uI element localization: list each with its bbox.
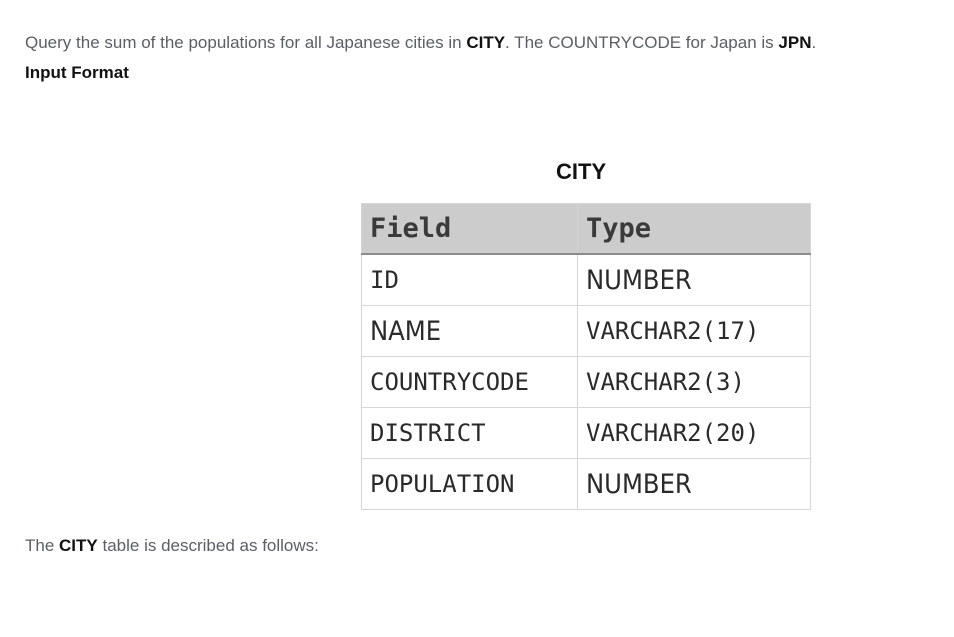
table-row: ID NUMBER (361, 253, 811, 306)
type-cell: NUMBER (577, 253, 811, 306)
desc-text-2: table is described as follows: (97, 536, 319, 555)
table-row: NAME VARCHAR2(17) (361, 305, 811, 357)
table-description: The CITY table is described as follows: (25, 535, 319, 557)
field-cell: POPULATION (361, 458, 578, 510)
header-type: Type (577, 203, 811, 255)
intro-table-name: CITY (466, 33, 506, 52)
input-format-heading: Input Format (25, 63, 129, 82)
problem-statement: Query the sum of the populations for all… (25, 32, 816, 54)
header-field: Field (361, 203, 578, 255)
intro-text-3: . (811, 33, 817, 52)
table-row: DISTRICT VARCHAR2(20) (361, 407, 811, 459)
field-cell: DISTRICT (361, 407, 578, 459)
intro-country-code: JPN (778, 33, 812, 52)
field-cell: COUNTRYCODE (361, 356, 578, 408)
field-cell: ID (361, 253, 578, 306)
field-cell: NAME (361, 305, 578, 357)
type-cell: VARCHAR2(20) (577, 407, 811, 459)
type-cell: VARCHAR2(17) (577, 305, 811, 357)
type-cell: VARCHAR2(3) (577, 356, 811, 408)
type-cell: NUMBER (577, 458, 811, 510)
table-header-row: Field Type (361, 203, 811, 255)
table-row: COUNTRYCODE VARCHAR2(3) (361, 356, 811, 408)
table-caption: CITY (556, 159, 607, 184)
intro-text-2: . The COUNTRYCODE for Japan is (505, 33, 779, 52)
city-schema-table: Field Type ID NUMBER NAME VARCHAR2(17) C… (361, 203, 811, 510)
intro-text-1: Query the sum of the populations for all… (25, 33, 467, 52)
table-row: POPULATION NUMBER (361, 458, 811, 510)
desc-text-1: The (25, 536, 60, 555)
desc-table-name: CITY (59, 536, 98, 555)
